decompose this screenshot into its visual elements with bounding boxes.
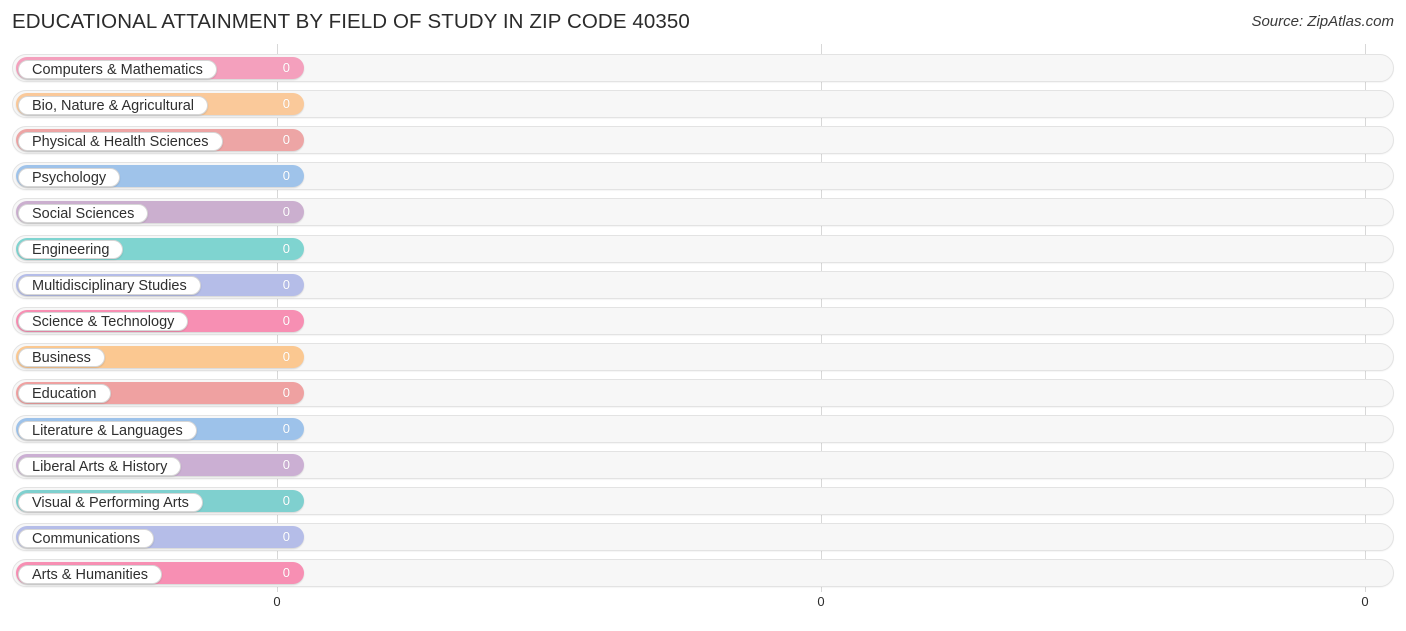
bar-value-label: 0 bbox=[282, 132, 290, 148]
bar-value-label: 0 bbox=[282, 457, 290, 473]
x-tick-label: 0 bbox=[817, 594, 825, 609]
category-label: Literature & Languages bbox=[18, 420, 197, 440]
category-label: Arts & Humanities bbox=[18, 564, 163, 584]
table-row[interactable]: 0 Liberal Arts & History bbox=[12, 451, 1394, 480]
table-row[interactable]: 0 Computers & Mathematics bbox=[12, 54, 1394, 82]
bar-value-label: 0 bbox=[282, 493, 290, 509]
bar-value-label: 0 bbox=[282, 312, 290, 328]
chart-header: EDUCATIONAL ATTAINMENT BY FIELD OF STUDY… bbox=[0, 0, 1406, 44]
category-label: Engineering bbox=[18, 240, 124, 259]
table-row[interactable]: 0 Science & Technology bbox=[12, 306, 1394, 335]
bar-value-label: 0 bbox=[282, 240, 290, 256]
table-row[interactable]: 0 Engineering bbox=[12, 234, 1394, 263]
bar-value-label: 0 bbox=[282, 204, 290, 220]
bar-value-label: 0 bbox=[282, 421, 290, 436]
category-label: Communications bbox=[18, 528, 154, 548]
table-row[interactable]: 0 Visual & Performing Arts bbox=[12, 487, 1394, 516]
bar-value-label: 0 bbox=[282, 276, 290, 292]
category-label: Multidisciplinary Studies bbox=[18, 276, 201, 296]
category-label: Business bbox=[18, 348, 105, 368]
bar-value-label: 0 bbox=[282, 348, 290, 364]
bar-value-label: 0 bbox=[282, 168, 290, 184]
category-label: Liberal Arts & History bbox=[18, 456, 182, 476]
source-attribution: Source: ZipAtlas.com bbox=[1251, 13, 1394, 30]
table-row[interactable]: 0 Multidisciplinary Studies bbox=[12, 270, 1394, 299]
category-label: Social Sciences bbox=[18, 203, 149, 223]
page-title: EDUCATIONAL ATTAINMENT BY FIELD OF STUDY… bbox=[12, 10, 690, 33]
category-label: Bio, Nature & Agricultural bbox=[18, 95, 208, 115]
table-row[interactable]: 0 Psychology bbox=[12, 162, 1394, 191]
bar-value-label: 0 bbox=[282, 384, 290, 400]
bar-value-label: 0 bbox=[282, 60, 290, 75]
table-row[interactable]: 0 Bio, Nature & Agricultural bbox=[12, 90, 1394, 119]
bar-value-label: 0 bbox=[282, 565, 290, 581]
table-row[interactable]: 0 Social Sciences bbox=[12, 198, 1394, 227]
table-row[interactable]: 0 Arts & Humanities bbox=[12, 559, 1394, 588]
table-row[interactable]: 0 Physical & Health Sciences bbox=[12, 126, 1394, 155]
table-row[interactable]: 0 Education bbox=[12, 378, 1394, 407]
category-label: Science & Technology bbox=[18, 312, 189, 332]
x-tick-label: 0 bbox=[273, 594, 281, 609]
chart-plot-area: 0 Computers & Mathematics 0 Bio, Nature & A… bbox=[0, 44, 1406, 596]
table-row[interactable]: 0 Business bbox=[12, 342, 1394, 371]
table-row[interactable]: 0 Literature & Languages bbox=[12, 415, 1394, 443]
bar-value-label: 0 bbox=[282, 96, 290, 112]
bar-value-label: 0 bbox=[282, 529, 290, 545]
table-row[interactable]: 0 Communications bbox=[12, 523, 1394, 552]
category-label: Computers & Mathematics bbox=[18, 59, 217, 79]
category-label: Physical & Health Sciences bbox=[18, 131, 223, 151]
x-tick-label: 0 bbox=[1361, 594, 1369, 609]
category-label: Psychology bbox=[18, 167, 121, 187]
category-label: Visual & Performing Arts bbox=[18, 492, 203, 512]
category-label: Education bbox=[18, 384, 111, 404]
x-axis: 0 0 0 bbox=[0, 592, 1406, 631]
